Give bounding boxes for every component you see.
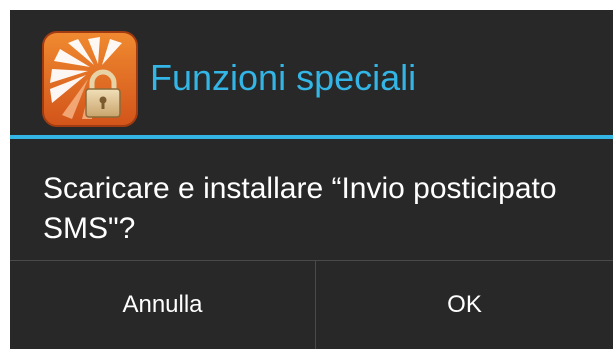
dialog-title: Funzioni speciali: [150, 57, 417, 98]
dialog-title-bar: Funzioni speciali: [10, 10, 613, 136]
dialog-message: Scaricare e installare “Invio posticipat…: [43, 172, 557, 245]
cancel-button[interactable]: Annulla: [10, 261, 315, 349]
ok-button[interactable]: OK: [316, 261, 613, 349]
dialog-button-bar: Annulla OK: [10, 260, 613, 349]
app-lock-icon: [42, 31, 138, 127]
alert-dialog: Funzioni speciali Scaricare e installare…: [10, 10, 613, 349]
title-divider: [10, 135, 613, 139]
